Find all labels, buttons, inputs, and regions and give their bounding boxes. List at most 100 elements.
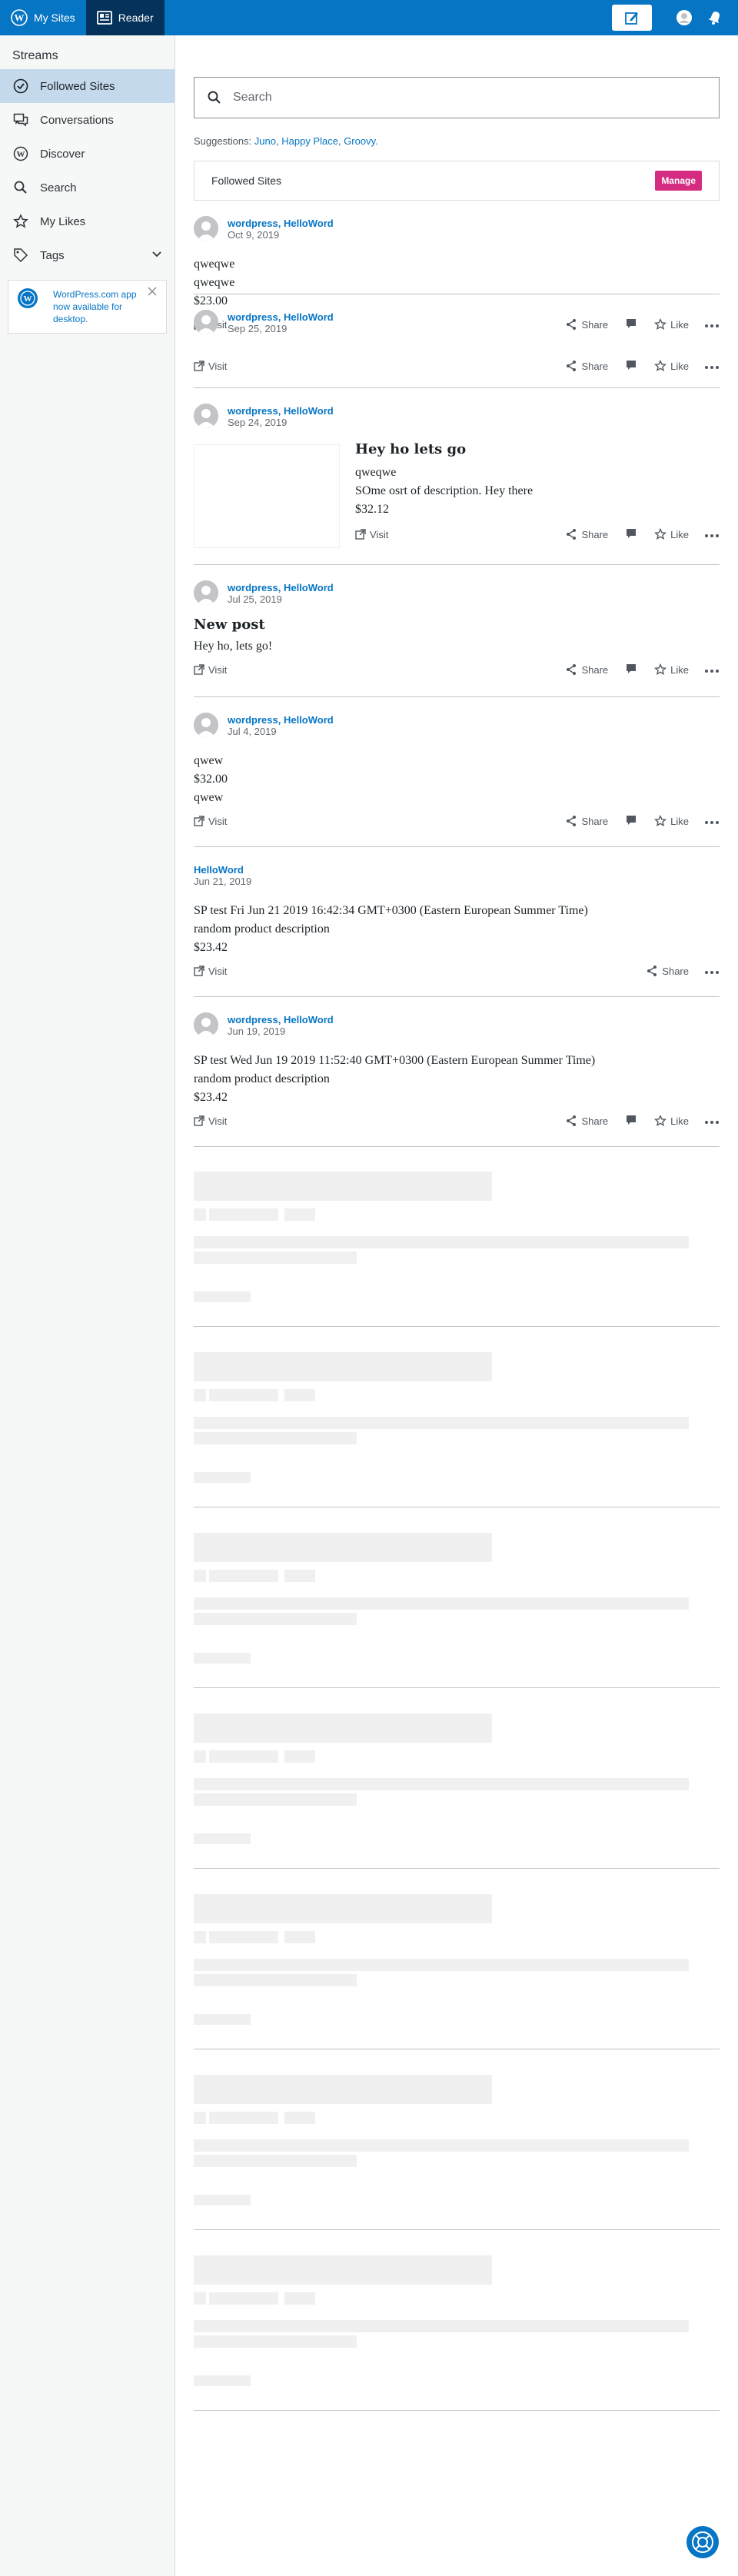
post-site-link[interactable]: wordpress, HelloWord <box>228 1014 334 1025</box>
reader-button[interactable]: Reader <box>85 0 165 35</box>
visit-label: Visit <box>208 815 228 827</box>
help-button[interactable] <box>686 2526 719 2558</box>
excerpt-line: SP test Wed Jun 19 2019 11:52:40 GMT+030… <box>194 1054 596 1067</box>
placeholder-bar <box>194 2255 492 2285</box>
chevron-down-icon[interactable] <box>151 248 162 262</box>
post-card[interactable]: wordpress, HelloWord Jul 4, 2019 qwew $32.0… <box>194 697 720 847</box>
write-post-button[interactable] <box>612 5 652 31</box>
post-actions: Visit Share Like <box>194 1113 720 1128</box>
placeholder-bar <box>284 1931 315 1943</box>
share-button[interactable]: Share <box>565 663 608 676</box>
post-card[interactable]: wordpress, HelloWord Jul 25, 2019 New post… <box>194 565 720 697</box>
suggestion-link[interactable]: Juno <box>254 135 276 147</box>
post-site-link[interactable]: wordpress, HelloWord <box>228 714 334 726</box>
sidebar-item-followed-sites[interactable]: Followed Sites <box>0 69 175 103</box>
post-card[interactable]: wordpress, HelloWord Oct 9, 2019 qweqwe qwe… <box>194 201 720 331</box>
like-button[interactable]: Like <box>654 815 689 827</box>
post-excerpt: Hey ho, lets go! <box>194 637 720 656</box>
sidebar-item-label: Discover <box>40 147 85 161</box>
suggestion-link[interactable]: Happy Place <box>281 135 338 147</box>
visit-button[interactable]: Visit <box>355 529 388 540</box>
desktop-app-notice[interactable]: W WordPress.com app now available for de… <box>8 280 167 334</box>
share-button[interactable]: Share <box>565 528 608 540</box>
post-thumbnail[interactable] <box>194 444 340 548</box>
post-date[interactable]: Sep 25, 2019 <box>228 323 334 335</box>
manage-button[interactable]: Manage <box>655 171 702 191</box>
close-icon[interactable] <box>146 285 158 301</box>
search-input[interactable] <box>233 91 663 105</box>
comment-button[interactable] <box>625 527 637 542</box>
placeholder-bar <box>194 2320 689 2332</box>
sidebar-item-discover[interactable]: W Discover <box>0 137 175 171</box>
post-card[interactable]: wordpress, HelloWord Jun 19, 2019 SP test … <box>194 997 720 1147</box>
my-sites-button[interactable]: W My Sites <box>0 0 86 35</box>
post-date[interactable]: Jun 21, 2019 <box>194 876 251 888</box>
bell-icon <box>708 12 720 25</box>
like-button[interactable]: Like <box>654 663 689 676</box>
post-date[interactable]: Sep 24, 2019 <box>228 417 334 429</box>
comment-button[interactable] <box>625 663 637 677</box>
post-site-link[interactable]: wordpress, HelloWord <box>228 311 334 323</box>
avatar[interactable] <box>194 580 218 605</box>
placeholder-card <box>194 1870 720 2049</box>
avatar[interactable] <box>194 310 218 334</box>
app-notice-text[interactable]: WordPress.com app now available for desk… <box>53 288 138 325</box>
more-options-button[interactable] <box>704 816 720 827</box>
profile-button[interactable] <box>669 0 700 35</box>
more-options-button[interactable] <box>704 529 720 540</box>
visit-button[interactable]: Visit <box>194 816 227 827</box>
post-site-link[interactable]: wordpress, HelloWord <box>228 582 334 593</box>
placeholder-bar <box>194 2139 689 2152</box>
sidebar-item-tags[interactable]: Tags <box>0 238 175 272</box>
post-card[interactable]: wordpress, HelloWord Sep 25, 2019 Visit Sha… <box>194 294 720 388</box>
post-date[interactable]: Jun 19, 2019 <box>228 1025 334 1038</box>
avatar[interactable] <box>194 216 218 241</box>
placeholder-bar <box>194 1974 357 1986</box>
sidebar-item-my-likes[interactable]: My Likes <box>0 204 175 238</box>
placeholder-bar <box>209 2112 278 2124</box>
more-options-button[interactable] <box>704 664 720 676</box>
avatar[interactable] <box>194 404 218 428</box>
post-card[interactable]: HelloWord Jun 21, 2019 SP test Fri Jun 21 … <box>194 847 720 997</box>
suggestion-link[interactable]: Groovy. <box>344 135 378 147</box>
post-title[interactable]: Hey ho lets go <box>355 441 720 457</box>
post-date[interactable]: Jul 25, 2019 <box>228 593 334 606</box>
visit-button[interactable]: Visit <box>194 664 227 676</box>
visit-button[interactable]: Visit <box>194 1115 227 1127</box>
post-date[interactable]: Jul 4, 2019 <box>228 726 334 738</box>
share-button[interactable]: Share <box>565 815 608 827</box>
share-icon <box>647 966 657 976</box>
comment-button[interactable] <box>625 359 637 374</box>
comment-icon <box>627 1115 637 1125</box>
visit-button[interactable]: Visit <box>194 966 227 977</box>
like-button[interactable]: Like <box>654 528 689 540</box>
more-options-button[interactable] <box>704 966 720 977</box>
post-byline: wordpress, HelloWord Sep 25, 2019 <box>194 310 720 335</box>
search-box[interactable] <box>194 77 720 118</box>
comment-button[interactable] <box>625 814 637 829</box>
post-title[interactable]: New post <box>194 617 720 633</box>
excerpt-line: random product description <box>194 922 330 936</box>
avatar[interactable] <box>194 713 218 737</box>
sidebar-item-conversations[interactable]: Conversations <box>0 103 175 137</box>
more-options-button[interactable] <box>704 361 720 372</box>
excerpt-line: $23.42 <box>194 1091 228 1104</box>
avatar[interactable] <box>194 1012 218 1037</box>
share-button[interactable]: Share <box>646 965 689 977</box>
post-site-link[interactable]: wordpress, HelloWord <box>228 218 334 229</box>
more-options-button[interactable] <box>704 1115 720 1127</box>
share-button[interactable]: Share <box>565 360 608 372</box>
post-site-link[interactable]: HelloWord <box>194 864 251 876</box>
post-date[interactable]: Oct 9, 2019 <box>228 229 334 241</box>
post-card[interactable]: wordpress, HelloWord Sep 24, 2019 Hey ho l… <box>194 388 720 565</box>
like-button[interactable]: Like <box>654 360 689 372</box>
visit-label: Visit <box>208 663 228 676</box>
post-site-link[interactable]: wordpress, HelloWord <box>228 405 334 417</box>
post-excerpt: qweqwe SOme osrt of description. Hey ther… <box>355 464 720 519</box>
notifications-button[interactable] <box>700 0 730 35</box>
sidebar-item-search[interactable]: Search <box>0 171 175 204</box>
comment-button[interactable] <box>625 1114 637 1128</box>
share-button[interactable]: Share <box>565 1115 608 1127</box>
like-button[interactable]: Like <box>654 1115 689 1127</box>
visit-button[interactable]: Visit <box>194 361 227 372</box>
